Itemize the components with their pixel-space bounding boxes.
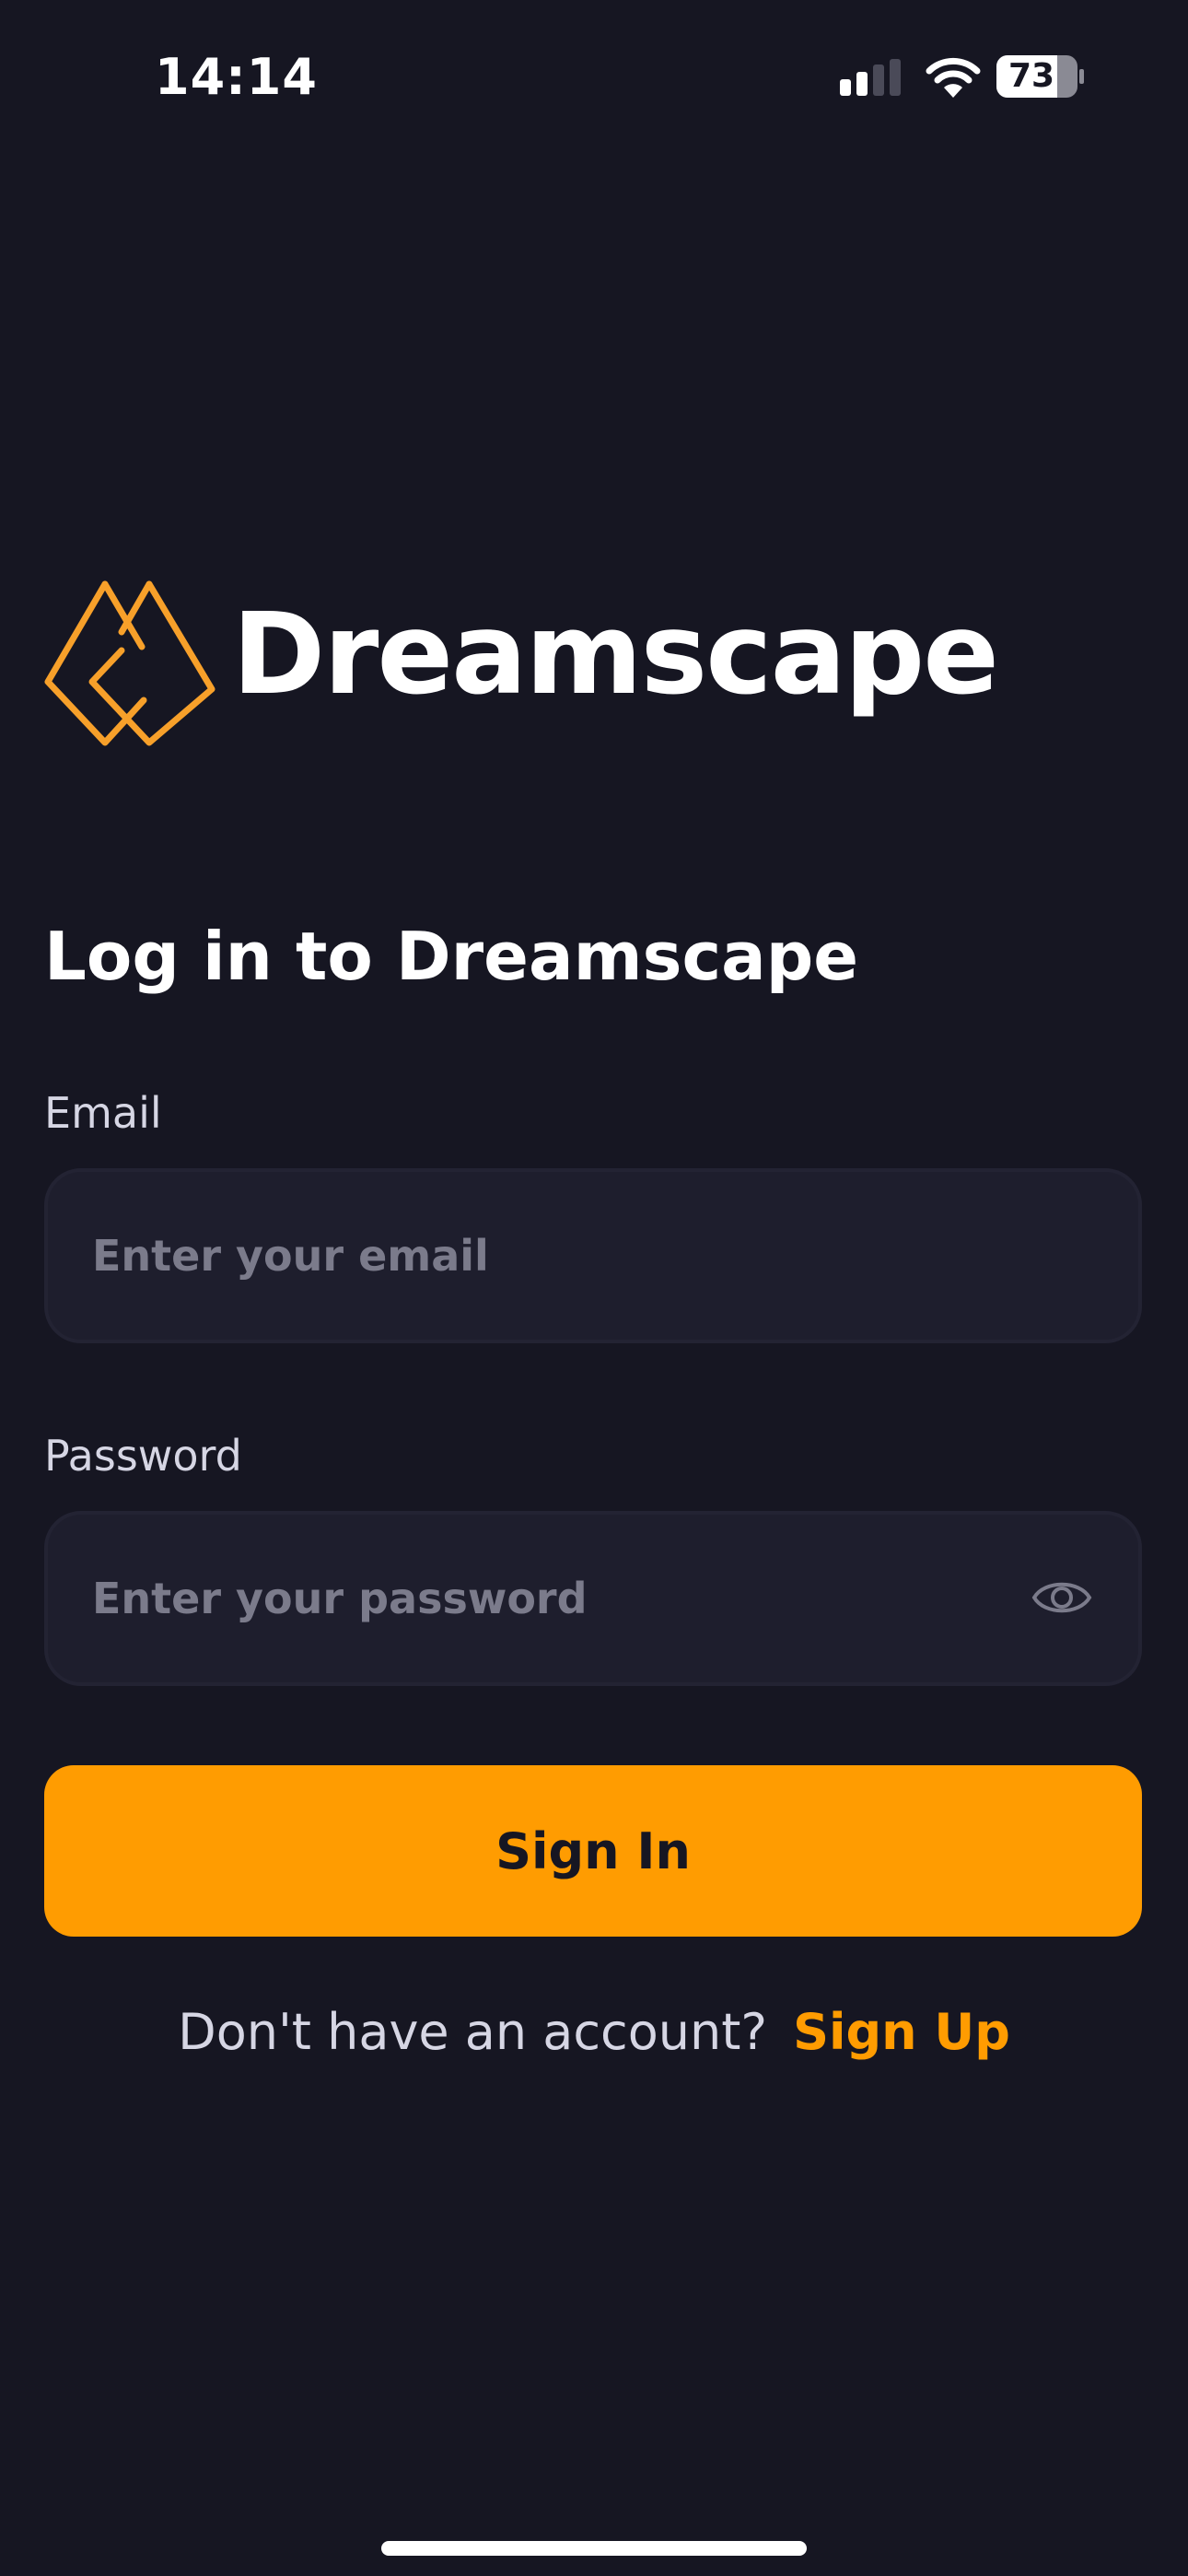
email-field-container xyxy=(44,1168,1142,1343)
logo-wordmark: Dreamscape xyxy=(232,589,999,720)
wifi-icon xyxy=(926,57,981,98)
battery-level: 73 xyxy=(1007,57,1055,95)
signal-icon xyxy=(840,59,901,96)
battery-icon: 73 xyxy=(996,55,1085,102)
sign-up-link[interactable]: Sign Up xyxy=(793,2003,1010,2061)
status-icons: 73 xyxy=(840,55,1089,107)
email-field[interactable] xyxy=(92,1172,1013,1340)
signup-prompt: Don't have an account? xyxy=(178,2003,768,2061)
page-title: Log in to Dreamscape xyxy=(44,918,859,995)
password-field[interactable] xyxy=(92,1515,1013,1682)
home-indicator[interactable] xyxy=(381,2541,807,2556)
status-bar: 14:14 73 xyxy=(0,0,1188,166)
app-logo: Dreamscape xyxy=(44,579,999,754)
password-field-container xyxy=(44,1511,1142,1686)
email-label: Email xyxy=(44,1088,162,1138)
status-time: 14:14 xyxy=(155,48,318,106)
sign-in-button[interactable]: Sign In xyxy=(44,1765,1142,1937)
dreamscape-logo-icon xyxy=(44,580,215,746)
password-label: Password xyxy=(44,1431,242,1481)
eye-icon[interactable] xyxy=(1031,1572,1092,1623)
signup-row: Don't have an account? Sign Up xyxy=(0,1997,1188,2067)
